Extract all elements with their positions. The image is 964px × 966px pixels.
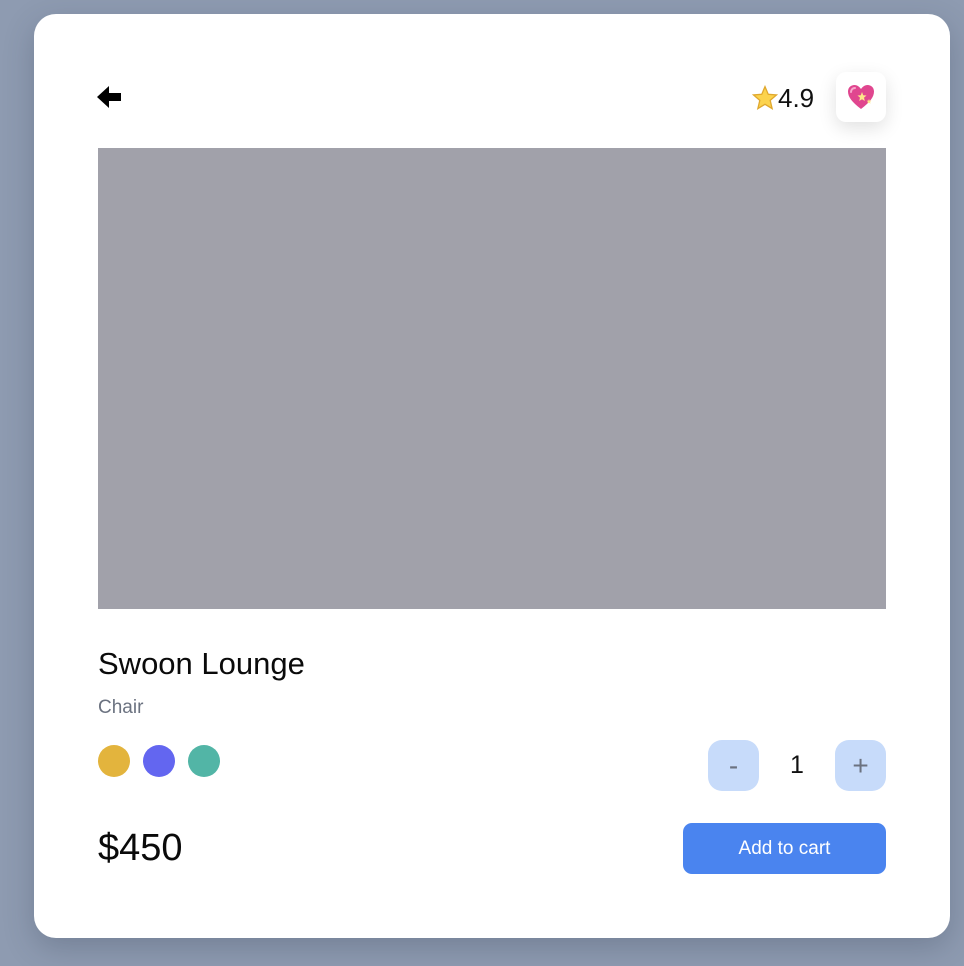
increment-button[interactable]: +	[835, 740, 886, 791]
add-to-cart-button[interactable]: Add to cart	[683, 823, 886, 874]
color-swatch-indigo[interactable]	[143, 745, 175, 777]
product-title: Swoon Lounge	[98, 646, 305, 681]
decrement-button[interactable]: -	[708, 740, 759, 791]
favorite-button[interactable]	[836, 72, 886, 122]
product-category: Chair	[98, 697, 144, 718]
product-card: 4.9 Swoon Lounge Chair - 1 + $450 Add to…	[34, 14, 950, 938]
product-image	[98, 148, 886, 609]
rating-value: 4.9	[778, 82, 815, 113]
sparkling-heart-icon	[848, 85, 874, 109]
color-swatch-yellow[interactable]	[98, 745, 130, 777]
arrow-left-icon	[97, 86, 121, 108]
quantity-value: 1	[790, 751, 804, 779]
rating: 4.9	[752, 80, 814, 116]
color-swatch-teal[interactable]	[188, 745, 220, 777]
product-price: $450	[98, 827, 183, 869]
star-icon	[752, 85, 778, 110]
back-button[interactable]	[96, 84, 126, 110]
